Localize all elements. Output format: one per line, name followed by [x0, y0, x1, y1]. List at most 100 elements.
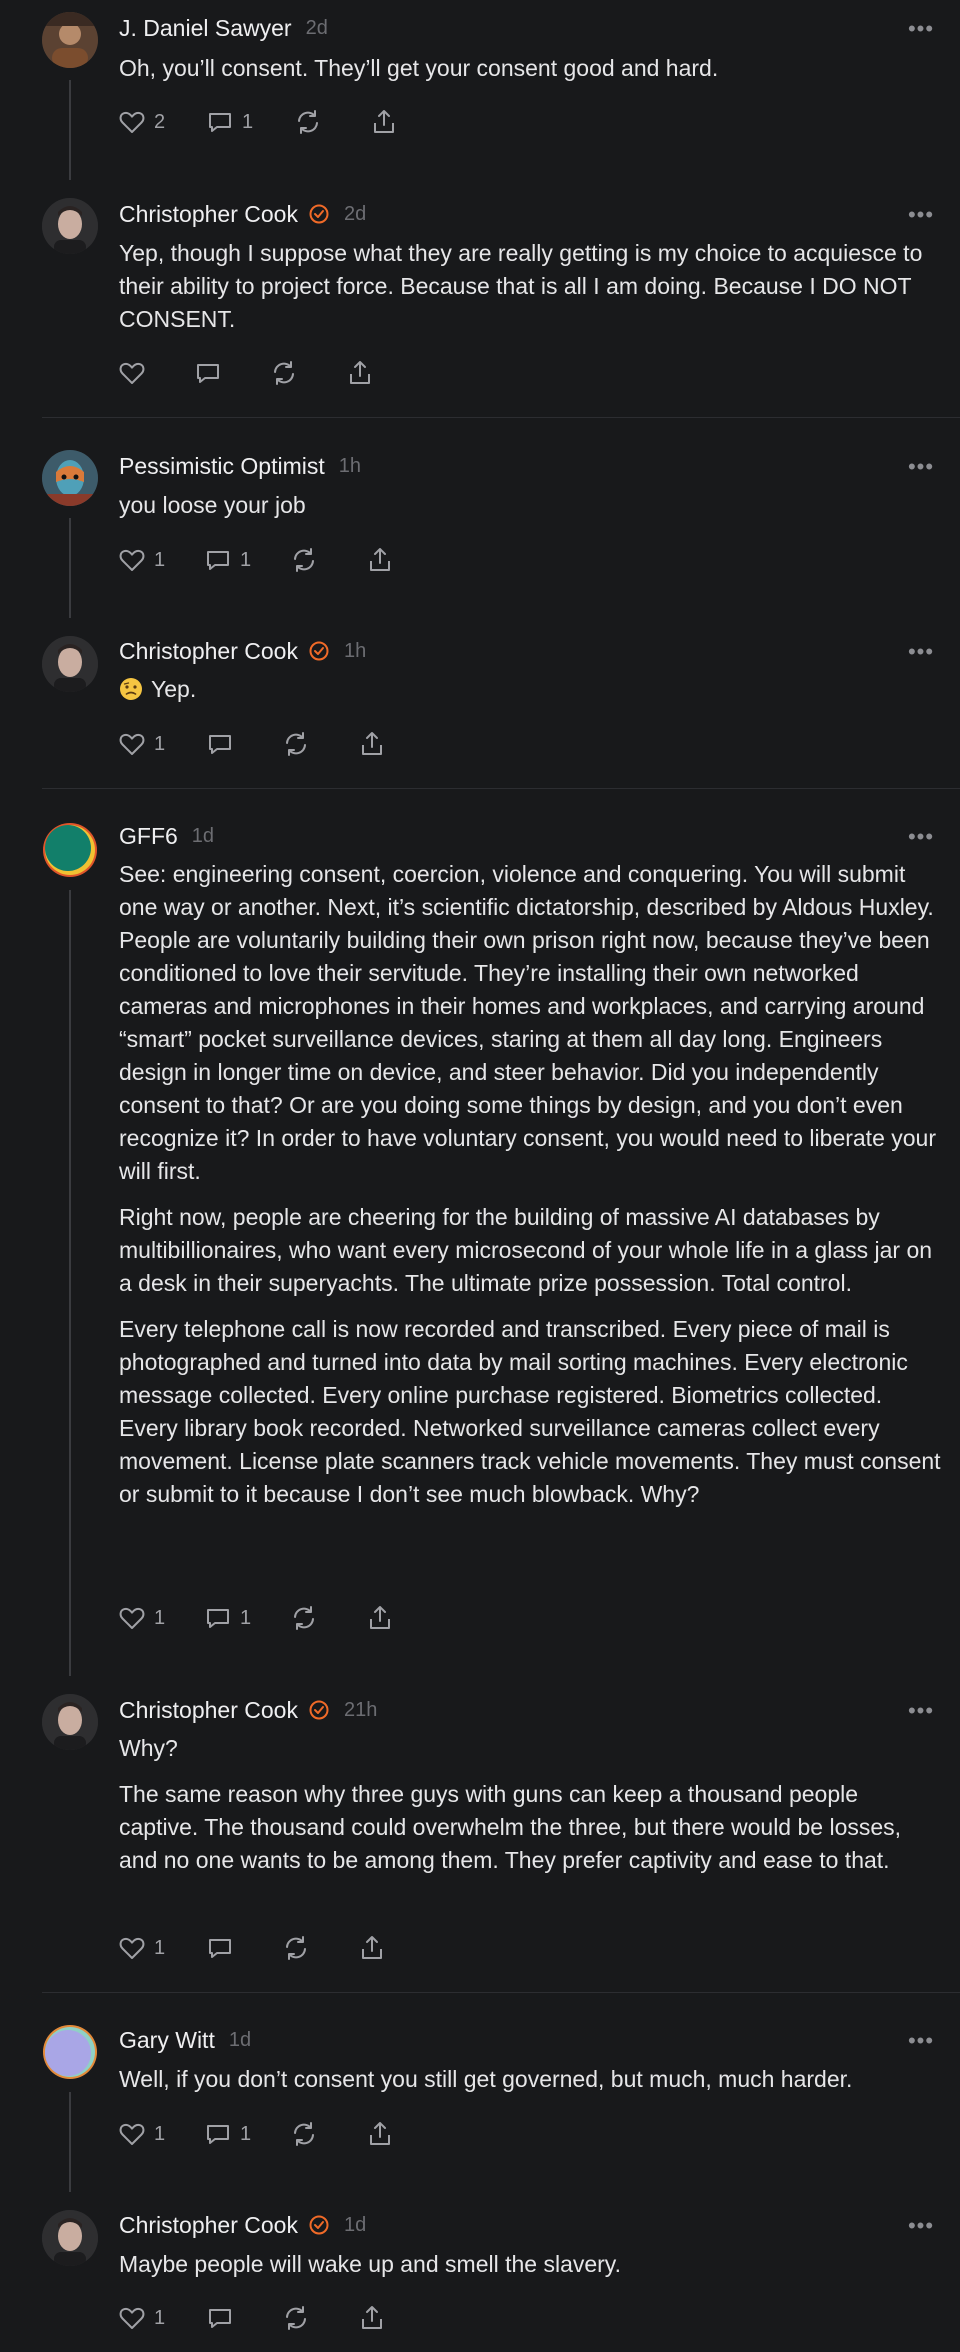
share-icon	[370, 1606, 390, 1629]
restack-button[interactable]	[281, 2303, 357, 2333]
restack-button[interactable]	[293, 107, 369, 137]
speech-bubble-icon	[209, 2309, 231, 2328]
avatar[interactable]	[42, 2024, 98, 2080]
comment-body: Why? The same reason why three guys with…	[119, 1732, 941, 1877]
heart-icon	[119, 549, 145, 571]
avatar[interactable]	[42, 2210, 98, 2266]
like-count: 1	[154, 548, 166, 571]
like-button[interactable]: 1	[117, 1933, 205, 1963]
timestamp[interactable]: 21h	[344, 1699, 377, 1722]
heart-icon	[119, 1937, 145, 1959]
author-name[interactable]: Christopher Cook	[119, 1697, 298, 1724]
worried-face-emoji-icon	[120, 678, 142, 700]
author-name[interactable]: Christopher Cook	[119, 638, 298, 665]
share-button[interactable]	[357, 729, 387, 759]
reply-button[interactable]: 1	[205, 107, 293, 137]
like-button[interactable]: 1	[117, 545, 203, 575]
like-button[interactable]	[117, 358, 193, 388]
timestamp[interactable]: 1d	[229, 2029, 251, 2052]
restack-button[interactable]	[281, 1933, 357, 1963]
avatar[interactable]	[42, 1694, 98, 1750]
like-button[interactable]: 2	[117, 107, 205, 137]
author-name[interactable]: Christopher Cook	[119, 201, 298, 228]
reply-button[interactable]: 1	[203, 2119, 289, 2149]
reply-count: 1	[242, 110, 254, 133]
reply-button[interactable]	[205, 729, 281, 759]
share-button[interactable]	[365, 545, 395, 575]
restack-button[interactable]	[269, 358, 345, 388]
action-bar: 1	[117, 728, 387, 760]
verified-badge-icon	[309, 641, 329, 661]
action-bar: 1 1	[117, 1602, 395, 1634]
reply-button[interactable]	[205, 2303, 281, 2333]
reply-button[interactable]: 1	[203, 1603, 289, 1633]
comment-header: Christopher Cook 21h	[119, 1694, 377, 1726]
avatar[interactable]	[42, 636, 98, 692]
avatar[interactable]	[42, 12, 98, 68]
avatar[interactable]	[42, 450, 98, 506]
more-options-icon[interactable]: •••	[906, 1696, 936, 1726]
author-name[interactable]: Christopher Cook	[119, 2212, 298, 2239]
restack-button[interactable]	[289, 545, 365, 575]
restack-button[interactable]	[289, 1603, 365, 1633]
action-bar: 1	[117, 2302, 387, 2334]
author-name[interactable]: GFF6	[119, 823, 178, 850]
repost-icon	[286, 1936, 306, 1960]
avatar[interactable]	[42, 198, 98, 254]
share-icon	[350, 361, 370, 384]
like-button[interactable]: 1	[117, 2119, 203, 2149]
comment-header: J. Daniel Sawyer 2d	[119, 12, 328, 44]
timestamp[interactable]: 1h	[344, 640, 366, 663]
more-options-icon[interactable]: •••	[906, 2026, 936, 2056]
author-name[interactable]: Gary Witt	[119, 2027, 215, 2054]
timestamp[interactable]: 1d	[192, 825, 214, 848]
share-icon	[370, 2122, 390, 2145]
repost-icon	[274, 361, 294, 385]
like-count: 2	[154, 110, 166, 133]
timestamp[interactable]: 2d	[306, 17, 328, 40]
like-button[interactable]: 1	[117, 1603, 203, 1633]
more-options-icon[interactable]: •••	[906, 14, 936, 44]
speech-bubble-icon	[197, 364, 219, 383]
share-button[interactable]	[357, 1933, 387, 1963]
author-name[interactable]: Pessimistic Optimist	[119, 453, 325, 480]
author-name[interactable]: J. Daniel Sawyer	[119, 15, 292, 42]
comment-text: Maybe people will wake up and smell the …	[119, 2251, 621, 2277]
more-options-icon[interactable]: •••	[906, 200, 936, 230]
reply-button[interactable]	[193, 358, 269, 388]
reply-button[interactable]	[205, 1933, 281, 1963]
share-button[interactable]	[357, 2303, 387, 2333]
share-button[interactable]	[365, 1603, 395, 1633]
timestamp[interactable]: 1h	[339, 455, 361, 478]
comment-body: Well, if you don’t consent you still get…	[119, 2063, 941, 2096]
more-options-icon[interactable]: •••	[906, 637, 936, 667]
repost-icon	[286, 2306, 306, 2330]
share-icon	[362, 732, 382, 755]
comment-header: Pessimistic Optimist 1h	[119, 450, 361, 482]
heart-icon	[119, 111, 145, 133]
share-button[interactable]	[369, 107, 399, 137]
restack-button[interactable]	[281, 729, 357, 759]
more-options-icon[interactable]: •••	[906, 822, 936, 852]
verified-badge-icon	[309, 204, 329, 224]
thread-line	[69, 2092, 71, 2192]
verified-badge-icon	[309, 2215, 329, 2235]
more-options-icon[interactable]: •••	[906, 452, 936, 482]
timestamp[interactable]: 2d	[344, 203, 366, 226]
timestamp[interactable]: 1d	[344, 2214, 366, 2237]
share-button[interactable]	[365, 2119, 395, 2149]
restack-button[interactable]	[289, 2119, 365, 2149]
speech-bubble-icon	[207, 1609, 229, 1628]
comment-header: Gary Witt 1d	[119, 2024, 251, 2056]
like-button[interactable]: 1	[117, 729, 205, 759]
repost-icon	[294, 548, 314, 572]
comment-text: you loose your job	[119, 492, 306, 518]
share-icon	[370, 548, 390, 571]
more-options-icon[interactable]: •••	[906, 2211, 936, 2241]
thread-divider	[42, 788, 960, 789]
reply-button[interactable]: 1	[203, 545, 289, 575]
like-count: 1	[154, 1606, 166, 1629]
avatar[interactable]	[42, 822, 98, 878]
share-button[interactable]	[345, 358, 375, 388]
like-button[interactable]: 1	[117, 2303, 205, 2333]
